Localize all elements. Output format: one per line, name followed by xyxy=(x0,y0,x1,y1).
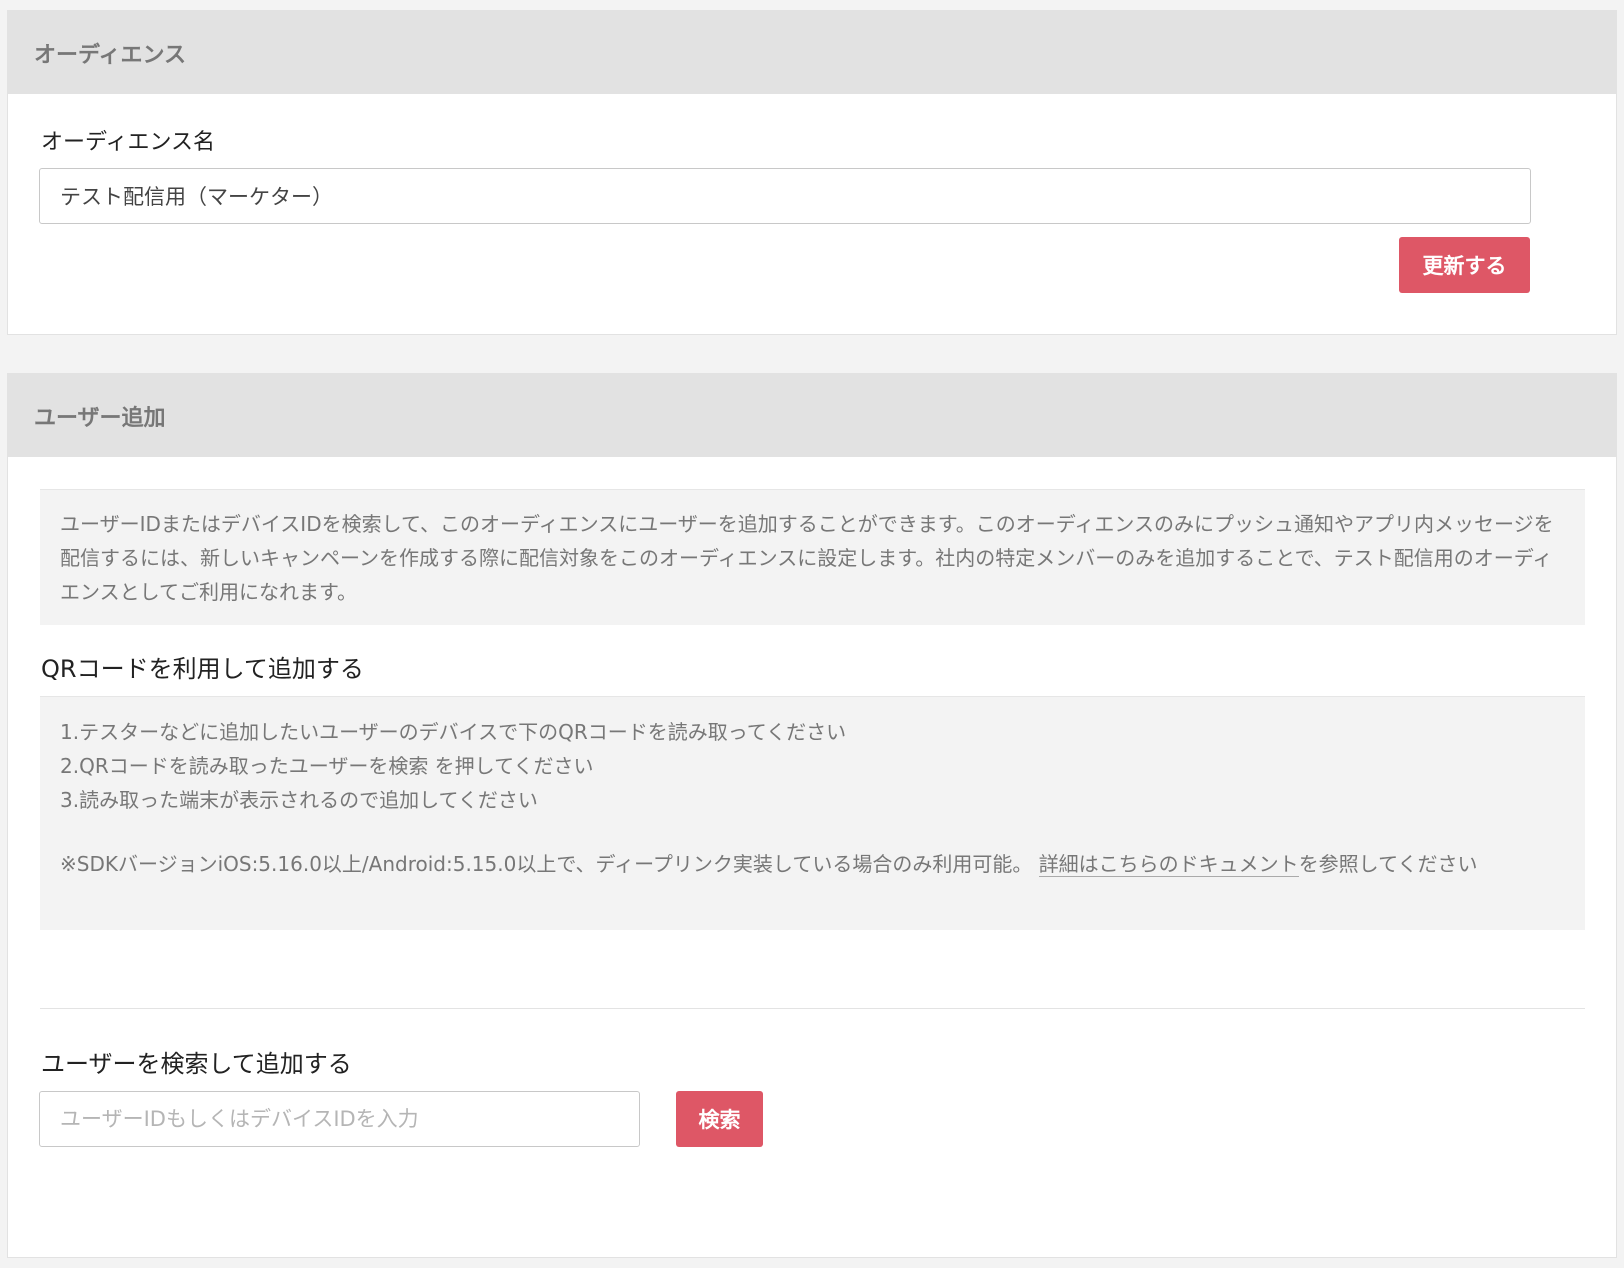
qr-step: 1.テスターなどに追加したいユーザーのデバイスで下のQRコードを読み取ってくださ… xyxy=(60,720,847,744)
qr-section-title: QRコードを利用して追加する xyxy=(41,655,364,683)
add-user-panel-header: ユーザー追加 xyxy=(8,374,1616,457)
description-box: ユーザーIDまたはデバイスIDを検索して、このオーディエンスにユーザーを追加する… xyxy=(40,489,1585,625)
qr-instructions-box: 1.テスターなどに追加したいユーザーのデバイスで下のQRコードを読み取ってくださ… xyxy=(40,696,1585,930)
add-user-panel: ユーザー追加 ユーザーIDまたはデバイスIDを検索して、このオーディエンスにユー… xyxy=(7,373,1617,1258)
update-button[interactable]: 更新する xyxy=(1399,237,1530,293)
documentation-link[interactable]: 詳細はこちらのドキュメント xyxy=(1038,852,1299,877)
search-button[interactable]: 検索 xyxy=(676,1091,763,1147)
user-search-input[interactable] xyxy=(39,1091,640,1147)
section-divider xyxy=(40,1008,1585,1009)
qr-step: 2.QRコードを読み取ったユーザーを検索 を押してください xyxy=(60,754,594,778)
sdk-note-suffix: を参照してください xyxy=(1298,852,1478,876)
audience-panel: オーディエンス オーディエンス名 更新する xyxy=(7,10,1617,335)
audience-name-label: オーディエンス名 xyxy=(41,130,216,155)
qr-step: 3.読み取った端末が表示されるので追加してください xyxy=(60,788,538,812)
audience-panel-header: オーディエンス xyxy=(8,11,1616,94)
description-text: ユーザーIDまたはデバイスIDを検索して、このオーディエンスにユーザーを追加する… xyxy=(60,512,1554,604)
audience-name-input[interactable] xyxy=(39,168,1531,224)
sdk-note: ※SDKバージョンiOS:5.16.0以上/Android:5.15.0以上で、… xyxy=(60,847,1565,881)
sdk-note-text: ※SDKバージョンiOS:5.16.0以上/Android:5.15.0以上で、… xyxy=(60,852,1033,876)
search-section-title: ユーザーを検索して追加する xyxy=(41,1050,352,1078)
